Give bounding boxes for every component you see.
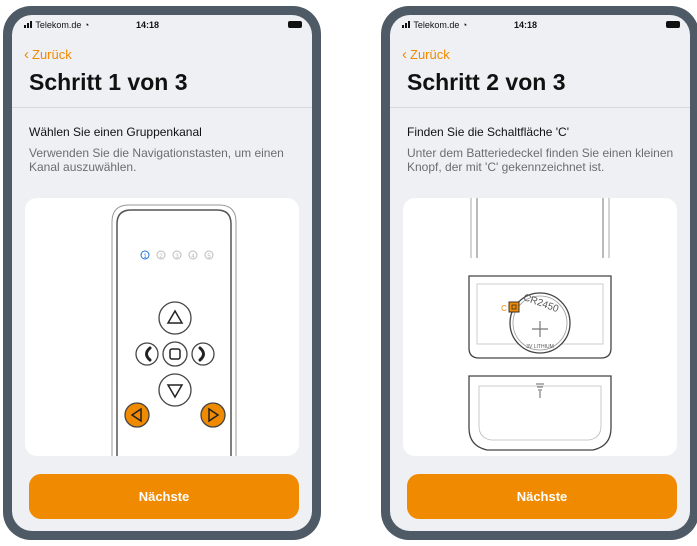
- back-button[interactable]: ‹ Zurück: [402, 47, 450, 62]
- back-label: Zurück: [410, 47, 450, 62]
- next-button[interactable]: Nächste: [407, 474, 677, 519]
- battery-compartment-illustration: CR2450 3V LITHIUM C: [403, 198, 677, 456]
- battery-compartment-drawing: CR2450 3V LITHIUM C: [468, 198, 612, 451]
- screen-step-1: Telekom.de ◔ 14:18 ‹ Zurück Schritt 1 vo…: [12, 15, 312, 531]
- channel-indicators: 1 2 3 4 5: [140, 250, 214, 260]
- back-button[interactable]: ‹ Zurück: [24, 47, 72, 62]
- carrier-name: Telekom.de: [35, 20, 82, 30]
- carrier-indicator: Telekom.de ◔: [402, 20, 467, 30]
- status-bar: Telekom.de ◔ 14:18: [390, 18, 690, 32]
- page-title: Schritt 1 von 3: [29, 69, 188, 95]
- signal-icon: [24, 20, 33, 30]
- prev-icon: [135, 342, 159, 366]
- step-description: Unter dem Batteriedeckel finden Sie eine…: [407, 146, 674, 174]
- remote-illustration: 1 2 3 4 5: [25, 198, 299, 456]
- battery-small-text: 3V LITHIUM: [526, 344, 554, 350]
- battery-icon: [666, 21, 680, 28]
- phone-frame-step-2: Telekom.de ◔ 14:18 ‹ Zurück Schritt 2 vo…: [381, 6, 697, 540]
- page-title: Schritt 2 von 3: [407, 69, 566, 95]
- battery-icon: [288, 21, 302, 28]
- header-divider: [390, 107, 690, 108]
- wifi-icon: ◔: [461, 20, 468, 30]
- next-button[interactable]: Nächste: [29, 474, 299, 519]
- status-time: 14:18: [514, 20, 538, 30]
- back-label: Zurück: [32, 47, 72, 62]
- stop-icon: [162, 341, 188, 367]
- status-time: 14:18: [136, 20, 160, 30]
- prev-channel-icon: [124, 402, 150, 428]
- next-channel-icon: [200, 402, 226, 428]
- status-bar: Telekom.de ◔ 14:18: [12, 18, 312, 32]
- carrier-indicator: Telekom.de ◔: [24, 20, 89, 30]
- header-divider: [12, 107, 312, 108]
- signal-icon: [402, 20, 411, 30]
- screen-step-2: Telekom.de ◔ 14:18 ‹ Zurück Schritt 2 vo…: [390, 15, 690, 531]
- remote-control-drawing: 1 2 3 4 5: [111, 204, 237, 456]
- chevron-left-icon: ‹: [24, 46, 29, 63]
- step-description: Verwenden Sie die Navigationstasten, um …: [29, 146, 284, 174]
- carrier-name: Telekom.de: [413, 20, 460, 30]
- up-icon: [158, 301, 192, 335]
- phone-frame-step-1: Telekom.de ◔ 14:18 ‹ Zurück Schritt 1 vo…: [3, 6, 321, 540]
- step-heading: Finden Sie die Schaltfläche 'C': [407, 125, 570, 139]
- down-icon: [158, 373, 192, 407]
- c-button-letter: C: [501, 304, 507, 313]
- chevron-left-icon: ‹: [402, 46, 407, 63]
- c-button-icon: C: [501, 301, 520, 313]
- step-heading: Wählen Sie einen Gruppenkanal: [29, 125, 202, 139]
- wifi-icon: ◔: [83, 20, 90, 30]
- next-icon: [191, 342, 215, 366]
